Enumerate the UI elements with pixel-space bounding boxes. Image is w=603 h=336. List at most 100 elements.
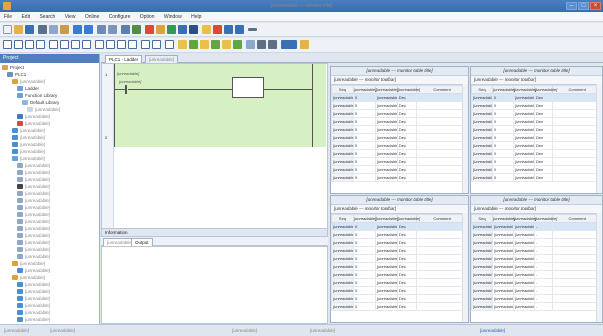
table-cell[interactable] bbox=[416, 93, 468, 102]
table-cell[interactable] bbox=[552, 133, 602, 142]
monitor-toolbar[interactable]: [unreadable — monitor toolbar] bbox=[331, 76, 468, 85]
column-header[interactable]: [unreadable] bbox=[374, 214, 398, 223]
table-cell[interactable]: [unreadable] bbox=[512, 270, 535, 279]
table-cell[interactable]: Dec bbox=[533, 173, 554, 182]
table-cell[interactable]: [unreadable] bbox=[374, 157, 398, 166]
menu-edit[interactable]: Edit bbox=[17, 12, 34, 22]
table-cell[interactable]: [unreadable] bbox=[471, 165, 493, 174]
table-cell[interactable]: [unreadable] bbox=[374, 278, 398, 287]
table-cell[interactable]: [unreadable] bbox=[491, 286, 514, 295]
table-row[interactable]: [unreadable][unreadable][unreadable]- bbox=[471, 222, 602, 231]
table-cell[interactable] bbox=[552, 238, 602, 247]
contact-symbol[interactable] bbox=[125, 85, 127, 94]
table-row[interactable]: [unreadable]0[unreadable]Dec bbox=[471, 133, 602, 142]
table-cell[interactable]: [unreadable] bbox=[491, 230, 514, 239]
table-cell[interactable]: Dec bbox=[396, 246, 418, 255]
table-cell[interactable]: [unreadable] bbox=[471, 286, 493, 295]
tree-item[interactable]: [unreadable] bbox=[17, 316, 50, 323]
table-cell[interactable]: [unreadable] bbox=[471, 141, 493, 150]
minus-icon[interactable] bbox=[248, 28, 257, 31]
table-cell[interactable]: Dec bbox=[396, 149, 418, 158]
table-cell[interactable]: 0 bbox=[352, 286, 376, 295]
table-cell[interactable]: [unreadable] bbox=[331, 254, 354, 263]
table-cell[interactable]: [unreadable] bbox=[331, 157, 354, 166]
table-cell[interactable]: [unreadable] bbox=[374, 286, 398, 295]
table-cell[interactable] bbox=[416, 246, 468, 255]
table-cell[interactable]: [unreadable] bbox=[491, 238, 514, 247]
yellow-block-2-icon[interactable] bbox=[222, 40, 231, 49]
table-cell[interactable]: Dec bbox=[533, 93, 554, 102]
table-cell[interactable]: 0 bbox=[352, 270, 376, 279]
tree-item[interactable]: [unreadable] bbox=[12, 134, 45, 141]
table-cell[interactable]: [unreadable] bbox=[512, 302, 535, 311]
table-cell[interactable]: Dec bbox=[533, 125, 554, 134]
table-cell[interactable]: [unreadable] bbox=[512, 238, 535, 247]
menu-help[interactable]: Help bbox=[187, 12, 205, 22]
table-cell[interactable]: 0 bbox=[352, 222, 376, 231]
column-header[interactable]: Seq bbox=[331, 85, 354, 94]
folder-icon[interactable] bbox=[300, 40, 309, 49]
table-row[interactable]: [unreadable]0[unreadable]Dec bbox=[331, 125, 468, 134]
column-header[interactable]: [unreadable] bbox=[374, 85, 398, 94]
column-header[interactable]: Seq bbox=[471, 85, 493, 94]
tree-item[interactable]: [unreadable] bbox=[12, 274, 45, 281]
table-cell[interactable]: Dec bbox=[396, 93, 418, 102]
table-row[interactable]: [unreadable][unreadable][unreadable]- bbox=[471, 302, 602, 311]
table-cell[interactable]: [unreadable] bbox=[374, 262, 398, 271]
table-cell[interactable]: 0 bbox=[491, 93, 514, 102]
tree-item[interactable]: [unreadable] bbox=[12, 78, 45, 85]
table-cell[interactable] bbox=[552, 254, 602, 263]
table-cell[interactable]: [unreadable] bbox=[331, 270, 354, 279]
function-block-icon[interactable] bbox=[165, 40, 174, 49]
table-row[interactable]: [unreadable]0[unreadable]Dec bbox=[331, 109, 468, 118]
table-cell[interactable]: [unreadable] bbox=[331, 125, 354, 134]
table-cell[interactable]: 0 bbox=[352, 141, 376, 150]
table-row[interactable]: [unreadable]0[unreadable]Dec bbox=[331, 165, 468, 174]
table-cell[interactable] bbox=[552, 270, 602, 279]
tree-item[interactable]: [unreadable] bbox=[12, 127, 45, 134]
compile-icon[interactable] bbox=[121, 25, 130, 34]
table-cell[interactable]: Dec bbox=[396, 109, 418, 118]
green-block-3-icon[interactable] bbox=[233, 40, 242, 49]
table-cell[interactable] bbox=[416, 117, 468, 126]
coil-set-icon[interactable] bbox=[106, 40, 115, 49]
tree-item[interactable]: [unreadable] bbox=[17, 211, 50, 218]
table-cell[interactable]: [unreadable] bbox=[331, 93, 354, 102]
table-cell[interactable]: [unreadable] bbox=[374, 149, 398, 158]
table-cell[interactable]: 0 bbox=[352, 294, 376, 303]
table-cell[interactable] bbox=[416, 133, 468, 142]
table-cell[interactable]: [unreadable] bbox=[471, 125, 493, 134]
table-cell[interactable]: 0 bbox=[352, 133, 376, 142]
table-cell[interactable]: [unreadable] bbox=[331, 278, 354, 287]
table-cell[interactable] bbox=[416, 157, 468, 166]
close-button[interactable]: × bbox=[590, 2, 601, 10]
table-cell[interactable]: [unreadable] bbox=[491, 262, 514, 271]
table-cell[interactable]: Dec bbox=[533, 165, 554, 174]
table-row[interactable]: [unreadable]0[unreadable]Dec bbox=[331, 173, 468, 182]
contact-nc-icon[interactable] bbox=[14, 40, 23, 49]
table-cell[interactable]: [unreadable] bbox=[512, 254, 535, 263]
table-cell[interactable]: [unreadable] bbox=[471, 173, 493, 182]
table-cell[interactable]: Dec bbox=[533, 133, 554, 142]
column-header[interactable]: [unreadable] bbox=[512, 85, 536, 94]
table-cell[interactable]: Dec bbox=[533, 101, 554, 110]
table-cell[interactable]: [unreadable] bbox=[471, 133, 493, 142]
contact-p-icon[interactable] bbox=[25, 40, 34, 49]
table-row[interactable]: [unreadable]0[unreadable]Dec bbox=[471, 109, 602, 118]
table-cell[interactable]: Dec bbox=[396, 262, 418, 271]
table-cell[interactable]: [unreadable] bbox=[491, 270, 514, 279]
tree-item[interactable]: [unreadable] bbox=[17, 120, 50, 127]
table-cell[interactable]: 0 bbox=[491, 101, 514, 110]
table-cell[interactable]: [unreadable] bbox=[374, 133, 398, 142]
table-cell[interactable] bbox=[552, 286, 602, 295]
table-row[interactable]: [unreadable]0[unreadable]Dec bbox=[331, 270, 468, 279]
menu-search[interactable]: Search bbox=[35, 12, 59, 22]
table-cell[interactable]: [unreadable] bbox=[331, 109, 354, 118]
tree-item[interactable]: [unreadable] bbox=[27, 106, 60, 113]
tree-item[interactable]: Function Library bbox=[17, 92, 57, 99]
paste-icon[interactable] bbox=[60, 25, 69, 34]
table-cell[interactable] bbox=[416, 173, 468, 182]
table-cell[interactable] bbox=[552, 101, 602, 110]
column-header[interactable]: Seq bbox=[471, 214, 493, 223]
table-cell[interactable]: 0 bbox=[352, 230, 376, 239]
